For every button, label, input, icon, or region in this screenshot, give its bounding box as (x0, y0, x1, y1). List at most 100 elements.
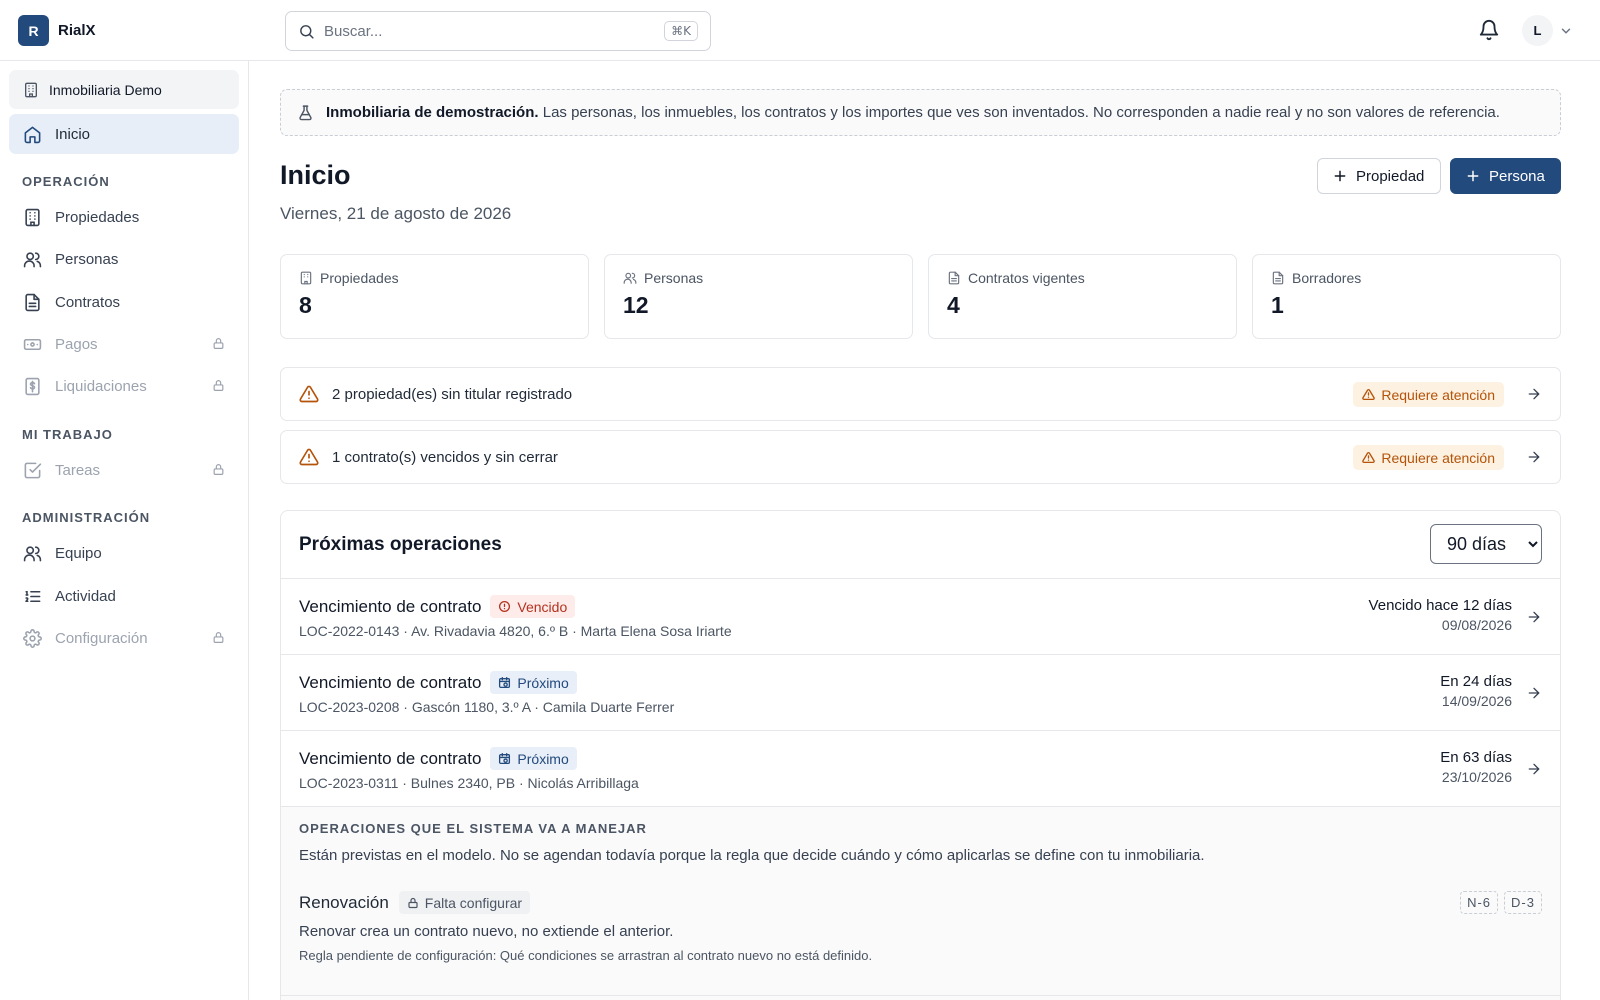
sidebar-item-configuracion[interactable]: Configuración (9, 618, 239, 658)
operation-date: 14/09/2026 (1441, 693, 1512, 709)
config-badge: Falta configurar (398, 891, 531, 914)
sidebar-item-label: Equipo (55, 544, 102, 562)
flask-icon (297, 104, 314, 121)
future-item-note: Regla pendiente de configuración: Qué co… (299, 948, 873, 963)
operation-when: En 63 días (1440, 749, 1512, 766)
alert-row[interactable]: 1 contrato(s) vencidos y sin cerrar Requ… (280, 430, 1561, 484)
plus-icon (1466, 169, 1480, 183)
user-menu[interactable]: L (1522, 15, 1573, 46)
bell-icon[interactable] (1478, 19, 1500, 41)
alert-circle-icon (498, 600, 511, 613)
plus-icon (1333, 169, 1347, 183)
operation-when: En 24 días (1440, 673, 1512, 690)
operations-panel: Próximas operaciones 90 días Vencimiento… (280, 510, 1561, 1000)
divider (281, 995, 1560, 996)
operation-details: LOC-2023-0208 · Gascón 1180, 3.º A · Cam… (299, 699, 675, 715)
section-administracion: ADMINISTRACIÓN (22, 510, 151, 525)
operation-date: 23/10/2026 (1441, 769, 1512, 785)
sidebar-item-liquidaciones[interactable]: Liquidaciones (9, 366, 239, 406)
sidebar-item-label: Propiedades (55, 208, 140, 226)
operation-details: LOC-2022-0143 · Av. Rivadavia 4820, 6.º … (299, 623, 732, 639)
future-operations: OPERACIONES QUE EL SISTEMA VA A MANEJAR … (281, 807, 1560, 1000)
status-label: Vencido (517, 598, 568, 615)
config-label: Falta configurar (424, 894, 523, 911)
stat-value: 4 (947, 292, 960, 318)
search-box[interactable]: ⌘K (285, 11, 711, 51)
section-operacion: OPERACIÓN (22, 174, 110, 189)
lock-icon (407, 897, 419, 909)
document-icon (947, 271, 961, 285)
range-select[interactable]: 90 días (1430, 524, 1542, 564)
operation-row[interactable]: Vencimiento de contrato Próximo LOC-2023… (281, 655, 1560, 731)
add-person-button[interactable]: Persona (1450, 158, 1561, 194)
attention-badge: Requiere atención (1353, 445, 1504, 470)
receipt-icon (23, 377, 42, 396)
arrow-right-icon[interactable] (1526, 386, 1542, 402)
sidebar-item-personas[interactable]: Personas (9, 239, 239, 279)
search-shortcut: ⌘K (664, 21, 698, 41)
add-property-label: Propiedad (1356, 167, 1425, 185)
banner-bold: Inmobiliaria de demostración. (326, 104, 539, 121)
arrow-right-icon[interactable] (1526, 685, 1542, 701)
gear-icon (23, 628, 42, 648)
stat-label: Contratos vigentes (968, 270, 1085, 286)
badge-label: Requiere atención (1381, 386, 1495, 403)
sidebar-item-label: Contratos (55, 293, 121, 311)
operation-details: LOC-2023-0311 · Bulnes 2340, PB · Nicolá… (299, 775, 639, 791)
lock-icon (212, 631, 225, 644)
sidebar-item-label: Pagos (55, 335, 98, 353)
users-icon (623, 271, 637, 285)
stat-value: 12 (623, 292, 649, 318)
future-item-description: Renovar crea un contrato nuevo, no extie… (299, 923, 674, 940)
sidebar-item-label: Actividad (55, 587, 116, 605)
alert-row[interactable]: 2 propiedad(es) sin titular registrado R… (280, 367, 1561, 421)
section-mi-trabajo: MI TRABAJO (22, 427, 113, 442)
sidebar-item-equipo[interactable]: Equipo (9, 533, 239, 573)
rule-code: D-3 (1504, 891, 1542, 914)
demo-banner: Inmobiliaria de demostración. Las person… (280, 89, 1561, 136)
add-person-label: Persona (1489, 167, 1545, 185)
org-name: Inmobiliaria Demo (49, 81, 162, 98)
arrow-right-icon[interactable] (1526, 761, 1542, 777)
sidebar-item-label: Configuración (55, 629, 148, 647)
warning-icon (1362, 451, 1376, 464)
status-badge: Próximo (490, 747, 577, 770)
operation-date: 09/08/2026 (1441, 617, 1512, 633)
stat-card-propiedades[interactable]: Propiedades 8 (280, 254, 589, 339)
brand[interactable]: R RialX (18, 15, 96, 46)
sidebar-item-inicio[interactable]: Inicio (9, 114, 239, 154)
arrow-right-icon[interactable] (1526, 449, 1542, 465)
stat-card-contratos-vigentes[interactable]: Contratos vigentes 4 (928, 254, 1237, 339)
operation-row[interactable]: Vencimiento de contrato Vencido LOC-2022… (281, 579, 1560, 655)
document-icon (23, 293, 42, 312)
alert-text: 1 contrato(s) vencidos y sin cerrar (332, 448, 558, 466)
brand-name: RialX (58, 22, 96, 39)
document-icon (1271, 271, 1285, 285)
stat-value: 1 (1271, 292, 1284, 318)
checkbox-icon (23, 461, 42, 480)
sidebar-item-pagos[interactable]: Pagos (9, 324, 239, 364)
sidebar-item-propiedades[interactable]: Propiedades (9, 197, 239, 237)
arrow-right-icon[interactable] (1526, 609, 1542, 625)
stat-card-borradores[interactable]: Borradores 1 (1252, 254, 1561, 339)
org-switcher[interactable]: Inmobiliaria Demo (9, 70, 239, 109)
sidebar-item-tareas[interactable]: Tareas (9, 450, 239, 490)
lock-icon (212, 337, 225, 350)
add-property-button[interactable]: Propiedad (1317, 158, 1441, 194)
status-label: Próximo (517, 674, 569, 691)
search-input[interactable] (324, 22, 656, 40)
sidebar-item-contratos[interactable]: Contratos (9, 282, 239, 322)
future-item: Renovación Falta configurar Renovar crea… (299, 891, 1542, 963)
sidebar-item-actividad[interactable]: Actividad (9, 576, 239, 616)
calendar-clock-icon (498, 676, 511, 689)
home-icon (23, 125, 42, 144)
sidebar-item-label: Inicio (55, 125, 91, 143)
banner-body: Las personas, los inmuebles, los contrat… (542, 104, 1500, 121)
stat-card-personas[interactable]: Personas 12 (604, 254, 913, 339)
sidebar-item-label: Personas (55, 250, 119, 268)
operation-row[interactable]: Vencimiento de contrato Próximo LOC-2023… (281, 731, 1560, 807)
search-icon (298, 23, 315, 40)
users-icon (23, 250, 42, 269)
stat-value: 8 (299, 292, 312, 318)
sidebar: Inmobiliaria Demo Inicio OPERACIÓN Propi… (0, 61, 249, 1000)
